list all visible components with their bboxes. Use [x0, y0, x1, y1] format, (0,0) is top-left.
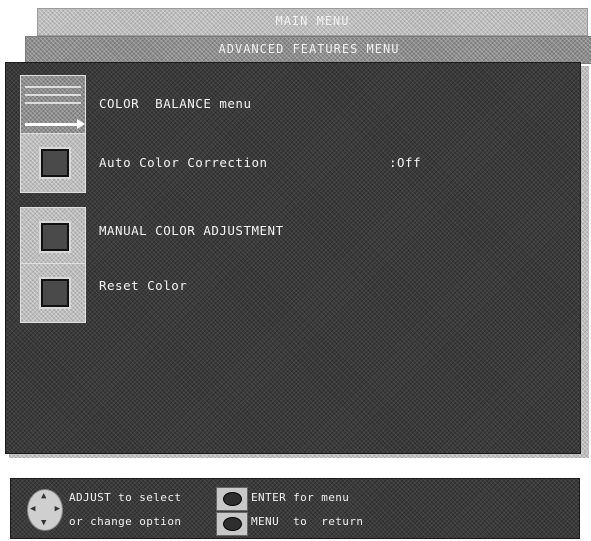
color-balance-icon	[20, 75, 86, 135]
enter-button-icon	[216, 487, 248, 511]
advanced-features-window: ADVANCED FEATURES MENU	[25, 36, 591, 64]
adjust-help-line1: ADJUST to select	[69, 491, 182, 504]
menu-item-manual-color-adjustment-label: MANUAL COLOR ADJUSTMENT	[99, 223, 284, 238]
menu-item-auto-color-correction-label: Auto Color Correction	[99, 155, 268, 170]
menu-help-text: MENU to return	[251, 515, 364, 528]
menu-item-auto-color-correction[interactable]	[20, 133, 86, 193]
menu-button-icon	[216, 512, 248, 536]
enter-help-text: ENTER for menu	[251, 491, 350, 504]
auto-color-correction-value: :Off	[389, 155, 422, 170]
menu-item-reset-color-label: Reset Color	[99, 278, 188, 293]
advanced-features-title: ADVANCED FEATURES MENU	[218, 42, 400, 56]
square-button-icon	[20, 263, 86, 323]
adjust-help-line2: or change option	[69, 515, 182, 528]
menu-item-manual-color-adjustment[interactable]	[20, 207, 86, 267]
joystick-icon: ▲ ◀ ▶ ▼	[27, 489, 63, 531]
menu-item-color-balance-label: COLOR BALANCE menu	[99, 96, 252, 111]
menu-item-reset-color[interactable]	[20, 263, 86, 323]
menu-item-color-balance[interactable]	[20, 75, 86, 135]
menu-panel: COLOR BALANCE menu Auto Color Correction…	[5, 62, 581, 454]
help-bar: ▲ ◀ ▶ ▼ ADJUST to select or change optio…	[10, 478, 580, 539]
square-button-icon	[20, 133, 86, 193]
square-button-icon	[20, 207, 86, 267]
main-menu-title: MAIN MENU	[275, 14, 350, 28]
main-menu-window: MAIN MENU	[37, 8, 588, 36]
